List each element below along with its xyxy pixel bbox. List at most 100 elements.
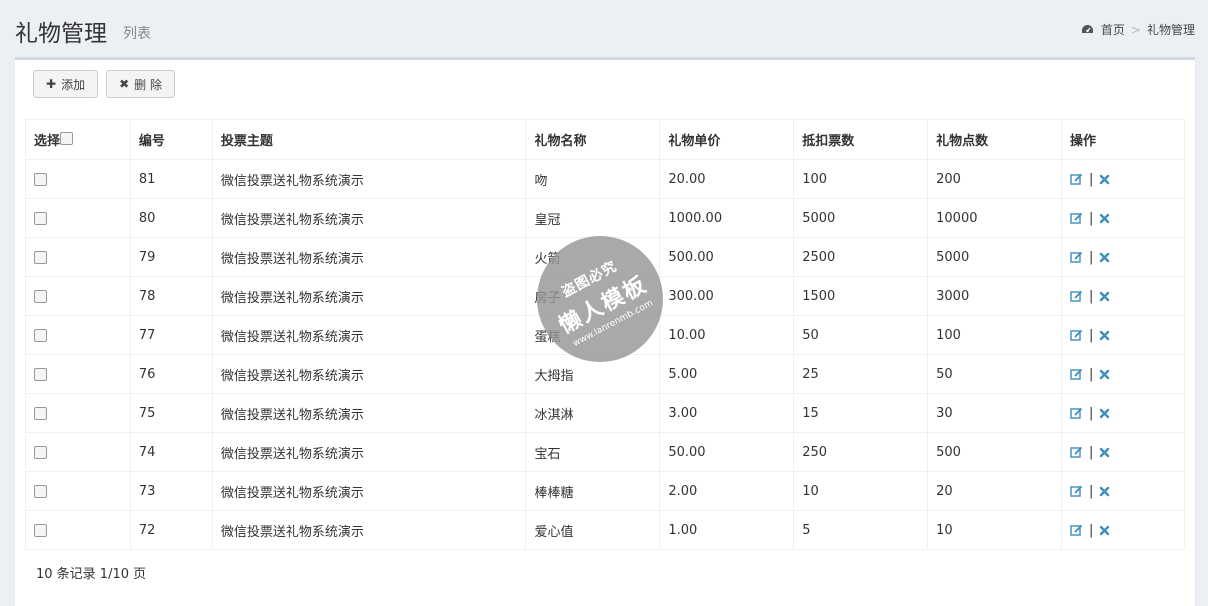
close-icon: ✖ bbox=[119, 77, 130, 91]
cell-votes: 2500 bbox=[793, 237, 929, 277]
select-all-checkbox[interactable] bbox=[60, 132, 74, 145]
cell-price: 2.00 bbox=[659, 471, 795, 511]
cell-gift-name: 大拇指 bbox=[525, 354, 661, 394]
column-header-votes: 抵扣票数 bbox=[793, 119, 929, 160]
cell-select bbox=[25, 237, 131, 277]
edit-icon[interactable] bbox=[1070, 329, 1083, 341]
delete-icon[interactable] bbox=[1099, 213, 1110, 224]
edit-icon[interactable] bbox=[1070, 485, 1083, 497]
table-row: 80 微信投票送礼物系统演示 皇冠 1000.00 5000 10000 | bbox=[25, 198, 1185, 238]
cell-votes: 50 bbox=[793, 315, 929, 355]
delete-icon[interactable] bbox=[1099, 252, 1110, 263]
cell-select bbox=[25, 354, 131, 394]
delete-button[interactable]: ✖ 删 除 bbox=[106, 70, 175, 98]
column-header-id: 编号 bbox=[129, 119, 213, 160]
edit-icon[interactable] bbox=[1070, 290, 1083, 302]
add-button[interactable]: ✚ 添加 bbox=[33, 70, 99, 98]
cell-price: 1000.00 bbox=[659, 198, 795, 238]
row-checkbox[interactable] bbox=[34, 484, 47, 498]
action-separator: | bbox=[1089, 366, 1094, 382]
row-checkbox[interactable] bbox=[34, 445, 47, 459]
cell-select bbox=[25, 393, 131, 433]
cell-points: 20 bbox=[927, 471, 1063, 511]
cell-actions: | bbox=[1061, 471, 1185, 511]
table-body: 81 微信投票送礼物系统演示吻 20.00 100 200 | 80 微信投票送礼物系统演示皇… bbox=[25, 159, 1185, 550]
cell-actions: | bbox=[1061, 159, 1185, 199]
cell-actions: | bbox=[1061, 510, 1185, 550]
delete-icon[interactable] bbox=[1099, 447, 1110, 458]
cell-select bbox=[25, 315, 131, 355]
row-checkbox[interactable] bbox=[34, 367, 47, 381]
table-header-row: 选择 编号 投票主题 礼物名称 礼物单价 抵扣票数 礼物点数 操作 bbox=[25, 119, 1185, 160]
cell-id: 80 bbox=[129, 198, 213, 238]
cell-id: 81 bbox=[129, 159, 213, 199]
cell-actions: | bbox=[1061, 198, 1185, 238]
cell-topic: 微信投票送礼物系统演示 bbox=[211, 276, 527, 316]
content-box: ✚ 添加 ✖ 删 除 选择 编号 投票主题 礼物名称 礼物单价 抵扣票数 礼物点… bbox=[15, 57, 1195, 606]
cell-price: 5.00 bbox=[659, 354, 795, 394]
cell-points: 500 bbox=[927, 432, 1063, 472]
cell-id: 74 bbox=[129, 432, 213, 472]
edit-icon[interactable] bbox=[1070, 524, 1083, 536]
cell-actions: | bbox=[1061, 276, 1185, 316]
cell-id: 73 bbox=[129, 471, 213, 511]
delete-icon[interactable] bbox=[1099, 291, 1110, 302]
delete-button-label: 删 除 bbox=[134, 77, 162, 92]
breadcrumb-separator: > bbox=[1130, 22, 1141, 37]
edit-icon[interactable] bbox=[1070, 173, 1083, 185]
edit-icon[interactable] bbox=[1070, 407, 1083, 419]
edit-icon[interactable] bbox=[1070, 368, 1083, 380]
breadcrumb-home-link[interactable]: 首页 bbox=[1101, 21, 1125, 38]
page-subtitle: 列表 bbox=[123, 26, 151, 42]
action-separator: | bbox=[1089, 405, 1094, 421]
row-checkbox[interactable] bbox=[34, 250, 47, 264]
cell-select bbox=[25, 510, 131, 550]
row-checkbox[interactable] bbox=[34, 289, 47, 303]
edit-icon[interactable] bbox=[1070, 251, 1083, 263]
cell-points: 10 bbox=[927, 510, 1063, 550]
cell-id: 79 bbox=[129, 237, 213, 277]
cell-points: 50 bbox=[927, 354, 1063, 394]
cell-topic: 微信投票送礼物系统演示 bbox=[211, 471, 527, 511]
table-row: 76 微信投票送礼物系统演示 大拇指 5.00 25 50 | bbox=[25, 354, 1185, 394]
record-summary: 10 条记录 1/10 页 bbox=[36, 567, 147, 582]
cell-topic: 微信投票送礼物系统演示 bbox=[211, 510, 527, 550]
cell-gift-name: 冰淇淋 bbox=[525, 393, 661, 433]
cell-points: 10000 bbox=[927, 198, 1063, 238]
row-checkbox[interactable] bbox=[34, 328, 47, 342]
cell-price: 10.00 bbox=[659, 315, 795, 355]
delete-icon[interactable] bbox=[1099, 408, 1110, 419]
cell-gift-name: 宝石 bbox=[525, 432, 661, 472]
delete-icon[interactable] bbox=[1099, 369, 1110, 380]
cell-select bbox=[25, 432, 131, 472]
row-checkbox[interactable] bbox=[34, 211, 47, 225]
cell-actions: | bbox=[1061, 354, 1185, 394]
delete-icon[interactable] bbox=[1099, 486, 1110, 497]
cell-price: 50.00 bbox=[659, 432, 795, 472]
table-row: 75 微信投票送礼物系统演示 冰淇淋 3.00 15 30 | bbox=[25, 393, 1185, 433]
cell-price: 3.00 bbox=[659, 393, 795, 433]
row-checkbox[interactable] bbox=[34, 172, 47, 186]
cell-price: 1.00 bbox=[659, 510, 795, 550]
cell-topic: 微信投票送礼物系统演示 bbox=[211, 354, 527, 394]
edit-icon[interactable] bbox=[1070, 212, 1083, 224]
action-separator: | bbox=[1089, 288, 1094, 304]
table-row: 73 微信投票送礼物系统演示 棒棒糖 2.00 10 20 | bbox=[25, 471, 1185, 511]
action-separator: | bbox=[1089, 483, 1094, 499]
row-checkbox[interactable] bbox=[34, 523, 47, 537]
cell-actions: | bbox=[1061, 237, 1185, 277]
cell-votes: 10 bbox=[793, 471, 929, 511]
cell-votes: 5000 bbox=[793, 198, 929, 238]
cell-select bbox=[25, 198, 131, 238]
edit-icon[interactable] bbox=[1070, 446, 1083, 458]
delete-icon[interactable] bbox=[1099, 174, 1110, 185]
cell-points: 3000 bbox=[927, 276, 1063, 316]
breadcrumb: 首页 > 礼物管理 bbox=[1081, 21, 1195, 38]
delete-icon[interactable] bbox=[1099, 330, 1110, 341]
cell-topic: 微信投票送礼物系统演示 bbox=[211, 159, 527, 199]
cell-gift-name: 爱心值 bbox=[525, 510, 661, 550]
cell-gift-name: 吻 bbox=[525, 159, 661, 199]
row-checkbox[interactable] bbox=[34, 406, 47, 420]
delete-icon[interactable] bbox=[1099, 525, 1110, 536]
cell-votes: 15 bbox=[793, 393, 929, 433]
